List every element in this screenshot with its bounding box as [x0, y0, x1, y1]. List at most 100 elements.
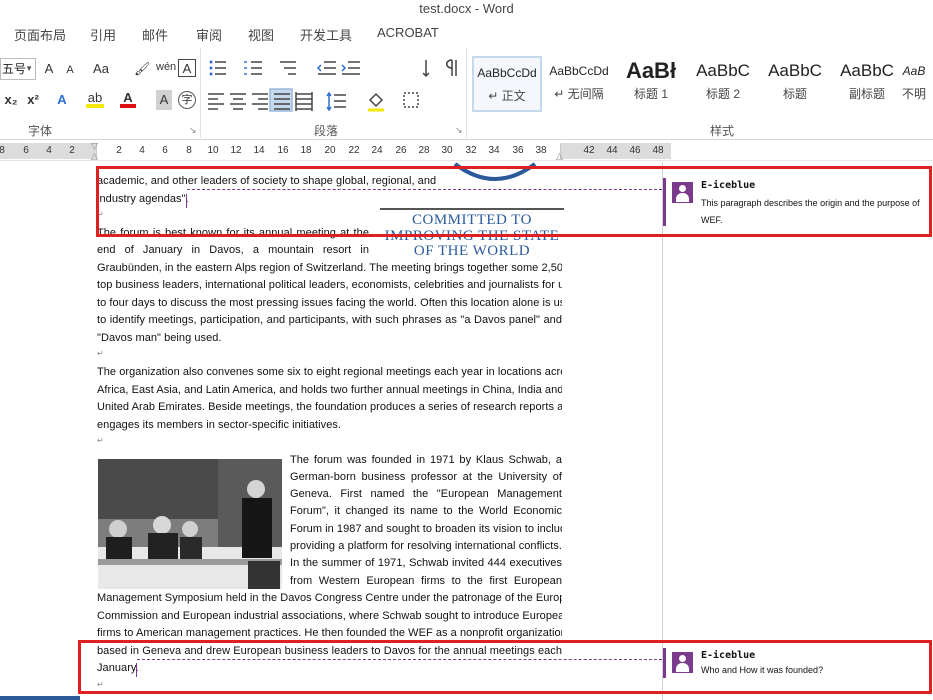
style-sample: AaBbC	[768, 61, 822, 80]
style-no-spacing[interactable]: AaBbCcDd ↵ 无间隔	[544, 56, 614, 112]
style-heading-2[interactable]: AaBbC 标题 2	[688, 56, 758, 112]
status-bar-edge	[0, 696, 80, 700]
tab-page-layout[interactable]: 页面布局	[14, 25, 66, 44]
style-title[interactable]: AaBbC 标题	[760, 56, 830, 112]
ruler-tick: 42	[583, 145, 595, 156]
document-page[interactable]: COMMITTED TO IMPROVING THE STATE OF THE …	[0, 162, 933, 700]
style-sample: AaBbC	[696, 61, 750, 80]
doc-line: Management Symposium held in the Davos C…	[97, 592, 562, 604]
highlight-box	[78, 640, 932, 694]
comments-pane: E-iceblue This paragraph describes the o…	[662, 162, 933, 700]
doc-line: Africa, East Asia, and Latin America, an…	[97, 384, 562, 396]
paragraph-group-label: 段落	[314, 124, 339, 138]
ruler-tick: 14	[253, 145, 265, 156]
ruler-tick: 36	[512, 145, 524, 156]
style-heading-1[interactable]: AaBł 标题 1	[616, 56, 686, 112]
change-case-button[interactable]: Aa	[90, 59, 112, 79]
doc-line: Graubünden, in the eastern Alps region o…	[97, 262, 562, 274]
multilevel-list-icon	[280, 61, 296, 75]
paragraph-mark: ↵	[97, 436, 104, 445]
ruler-tick: 6	[162, 145, 168, 156]
doc-line: The forum was founded in 1971 by Klaus S…	[290, 454, 562, 466]
ruler-tick: 8	[186, 145, 192, 156]
style-name: 标题 2	[705, 87, 740, 101]
text-effect-button[interactable]: A	[54, 90, 70, 110]
tab-references[interactable]: 引用	[90, 25, 116, 44]
font-group-label: 字体	[28, 124, 53, 138]
superscript-button[interactable]: x²	[24, 90, 42, 110]
paragraph-mark: ↵	[97, 349, 104, 358]
ruler-tick: 44	[606, 145, 618, 156]
style-subtle[interactable]: AaB 不明	[900, 56, 928, 112]
tab-view[interactable]: 视图	[248, 25, 274, 44]
ruler-tick: 4	[139, 145, 145, 156]
doc-line: German-born business professor at the Un…	[290, 471, 562, 483]
highlight-button[interactable]: ab	[86, 88, 104, 108]
styles-gallery: AaBbCcDd ↵ 正文 AaBbCcDd ↵ 无间隔 AaBł 标题 1 A…	[470, 52, 930, 116]
tab-developer[interactable]: 开发工具	[300, 25, 352, 44]
subscript-button[interactable]: x₂	[2, 90, 20, 110]
font-size-select[interactable]: 五号 ▼	[0, 58, 36, 80]
tab-review[interactable]: 审阅	[196, 25, 222, 44]
decrease-indent-icon	[316, 61, 336, 75]
distributed-icon	[295, 92, 313, 111]
style-sample: AaB	[902, 64, 926, 78]
ruler-tick: 48	[652, 145, 664, 156]
shading-bucket-icon	[368, 92, 384, 112]
style-name: 不明	[901, 87, 926, 101]
ruler-tick: 30	[441, 145, 453, 156]
font-size-value: 五号	[2, 62, 27, 76]
doc-line: The organization also convenes some six …	[97, 366, 562, 378]
line-spacing-icon	[326, 91, 346, 112]
ruler-tick: 18	[300, 145, 312, 156]
ruler-tick: 2	[69, 145, 75, 156]
style-normal[interactable]: AaBbCcDd ↵ 正文	[472, 56, 542, 112]
right-indent-marker-icon[interactable]: △	[556, 151, 563, 162]
ruler-tick: 6	[23, 145, 29, 156]
doc-line: Forum in 1987 and sought to broaden its …	[290, 523, 562, 535]
historic-meeting-photo	[98, 459, 282, 589]
ruler-tick: 38	[535, 145, 547, 156]
phonetic-guide-button[interactable]: wén	[156, 57, 176, 77]
font-dialog-launcher-icon[interactable]: ↘	[189, 125, 197, 136]
highlight-box	[96, 166, 932, 237]
doc-line: Forum", it changed its name to the World…	[290, 505, 562, 517]
char-shading-button[interactable]: A	[156, 90, 172, 110]
horizontal-ruler[interactable]: 8 6 4 2 2 4 6 8 10 12 14 16 18 20 22 24 …	[0, 141, 933, 161]
doc-line: to four days to discuss the most pressin…	[97, 297, 562, 309]
ruler-tick: 20	[324, 145, 336, 156]
style-name: ↵ 无间隔	[554, 87, 604, 101]
doc-line: to identify meetings, participation, and…	[97, 314, 562, 326]
char-border-button[interactable]: A	[178, 59, 196, 77]
doc-line: Commission and European industrial assoc…	[97, 610, 562, 622]
paragraph-dialog-launcher-icon[interactable]: ↘	[455, 125, 463, 136]
logo-line: OF THE WORLD	[413, 243, 531, 259]
style-name: ↵ 正文	[488, 89, 526, 103]
style-sample: AaBł	[625, 58, 677, 83]
enclose-char-button[interactable]: 字	[178, 91, 196, 109]
align-center-icon	[230, 93, 246, 110]
hanging-indent-marker-icon[interactable]: △	[91, 151, 98, 162]
style-sample: AaBbCcDd	[477, 66, 537, 80]
photo-image	[98, 459, 282, 589]
shrink-font-button[interactable]: A	[64, 60, 76, 80]
grow-font-button[interactable]: A	[42, 59, 56, 79]
ruler-tick: 4	[46, 145, 52, 156]
doc-line: Geneva. First named the "European Manage…	[290, 488, 562, 500]
ruler-tick: 28	[418, 145, 430, 156]
style-sample: AaBbC	[840, 61, 894, 80]
ribbon: 五号 ▼ A A Aa 🖌 wén A x₂ x² A ab A A 字 字体 …	[0, 44, 933, 140]
doc-line: end of January in Davos, a mountain reso…	[97, 244, 369, 256]
clear-format-icon[interactable]: 🖌	[134, 59, 151, 79]
sort-icon	[422, 60, 430, 78]
style-subtitle[interactable]: AaBbC 副标题	[832, 56, 902, 112]
doc-line: "Davos man" being used.	[97, 332, 222, 344]
tab-mailings[interactable]: 邮件	[142, 25, 168, 44]
ruler-tick: 26	[395, 145, 407, 156]
ruler-tick: 16	[277, 145, 289, 156]
word-window: test.docx - Word 页面布局 引用 邮件 审阅 视图 开发工具 A…	[0, 0, 933, 700]
tab-acrobat[interactable]: ACROBAT	[377, 25, 439, 40]
ruler-tick: 2	[116, 145, 122, 156]
doc-line: In the summer of 1971, Schwab invited 44…	[290, 557, 562, 569]
font-color-button[interactable]: A	[120, 88, 136, 108]
